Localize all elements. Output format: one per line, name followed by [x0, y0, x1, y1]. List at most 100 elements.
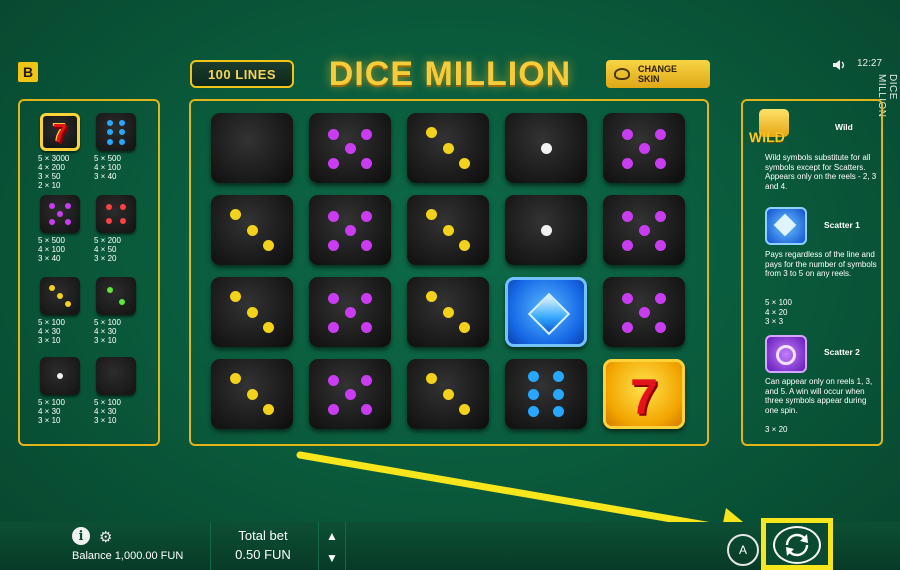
- paytable-entry-yellow-three: 5 × 1004 × 303 × 10: [30, 277, 90, 345]
- lines-button[interactable]: 100 LINES: [190, 60, 294, 88]
- change-skin-button[interactable]: CHANGE SKIN: [606, 60, 710, 88]
- pip: [57, 373, 63, 379]
- total-bet-label: Total bet: [226, 528, 300, 543]
- reel-cell-white-one: [505, 113, 587, 183]
- seven-glyph: 7: [43, 118, 77, 149]
- scatter1-description: Pays regardless of the line and pays for…: [765, 250, 877, 279]
- pip: [328, 129, 339, 140]
- pip: [361, 322, 372, 333]
- reel-cell-purple-five: [603, 195, 685, 265]
- pip: [328, 322, 339, 333]
- pip: [528, 389, 539, 400]
- pip: [263, 404, 274, 415]
- reel-cell-blank: [211, 113, 293, 183]
- change-skin-label: CHANGE SKIN: [638, 64, 682, 84]
- pip: [553, 389, 564, 400]
- pip: [120, 218, 126, 224]
- payout-line: 3 × 40: [38, 254, 90, 263]
- pip: [622, 158, 633, 169]
- spin-button[interactable]: [773, 526, 821, 564]
- payout-line: 4 × 200: [38, 163, 90, 172]
- scatter1-icon: [765, 207, 807, 245]
- pip: [328, 211, 339, 222]
- pip: [426, 373, 437, 384]
- pip: [345, 389, 356, 400]
- paytable-entry-purple-five: 5 × 5004 × 1003 × 40: [30, 195, 90, 263]
- pip: [328, 404, 339, 415]
- payout-line: 2 × 10: [38, 181, 90, 190]
- pip: [65, 301, 71, 307]
- reel-cell-purple-five: [309, 113, 391, 183]
- scatter2-label: Scatter 2: [824, 348, 860, 358]
- game-title: DICE MILLION: [318, 52, 582, 96]
- payout-line: 3 × 20: [94, 254, 146, 263]
- payout-line: 3 × 40: [94, 172, 146, 181]
- pip: [655, 322, 666, 333]
- sound-icon[interactable]: [832, 58, 846, 72]
- wild-icon: WILD: [749, 109, 801, 151]
- spin-highlight-box: [761, 518, 833, 570]
- autoplay-button[interactable]: A: [727, 534, 759, 566]
- pip: [230, 209, 241, 220]
- reel-cell-yellow-three: [211, 359, 293, 429]
- reel-cell-purple-five: [309, 277, 391, 347]
- payout-line: 4 × 30: [94, 407, 146, 416]
- gem-stone: [528, 293, 570, 335]
- pip: [328, 293, 339, 304]
- pip: [553, 371, 564, 382]
- pip: [528, 371, 539, 382]
- left-paytable: 75 × 30004 × 2003 × 502 × 105 × 5004 × 1…: [18, 99, 160, 446]
- paytable-symbol: [96, 277, 136, 315]
- reel-cell-purple-five: [309, 359, 391, 429]
- payout-line: 5 × 200: [94, 236, 146, 245]
- pip: [263, 322, 274, 333]
- pip: [622, 129, 633, 140]
- payout-line: 3 × 10: [94, 416, 146, 425]
- pip: [107, 139, 113, 145]
- pip: [361, 129, 372, 140]
- pip: [639, 307, 650, 318]
- payout-line: 5 × 3000: [38, 154, 90, 163]
- refresh-icon: [782, 532, 812, 558]
- bet-decrease-icon[interactable]: ▼: [324, 550, 340, 566]
- payout-line: 5 × 100: [38, 398, 90, 407]
- paytable-symbol: [96, 195, 136, 233]
- bet-increase-icon[interactable]: ▲: [324, 528, 340, 544]
- pip: [247, 225, 258, 236]
- reel-cell-purple-five: [603, 113, 685, 183]
- pip: [622, 322, 633, 333]
- paytable-entry-blank: 5 × 1004 × 303 × 10: [86, 357, 146, 425]
- reel-cell-yellow-three: [211, 277, 293, 347]
- pip: [107, 287, 113, 293]
- pip: [622, 240, 633, 251]
- paytable-symbol: [96, 113, 136, 151]
- pip: [361, 404, 372, 415]
- clock: 12:27: [857, 58, 882, 69]
- pip: [57, 293, 63, 299]
- payout-line: 4 × 30: [38, 407, 90, 416]
- pip: [443, 225, 454, 236]
- reel-cell-yellow-three: [407, 359, 489, 429]
- pip: [328, 375, 339, 386]
- pip: [459, 240, 470, 251]
- scatter2-pays: 3 × 20: [765, 425, 787, 435]
- gear-icon[interactable]: ⚙: [99, 528, 112, 546]
- scatter1-pays: 5 × 100 4 × 20 3 × 3: [765, 298, 825, 327]
- pip: [361, 375, 372, 386]
- seven-glyph: 7: [606, 368, 682, 426]
- pip: [639, 225, 650, 236]
- info-icon[interactable]: i: [72, 527, 90, 545]
- pip: [119, 129, 125, 135]
- reel-cell-purple-five: [309, 195, 391, 265]
- pip: [443, 143, 454, 154]
- pip: [426, 209, 437, 220]
- pip: [622, 211, 633, 222]
- pip: [426, 127, 437, 138]
- wild-label: Wild: [835, 123, 853, 133]
- payout-line: 4 × 100: [94, 163, 146, 172]
- pip: [328, 158, 339, 169]
- pip: [361, 240, 372, 251]
- reel-cell-yellow-three: [407, 113, 489, 183]
- pip: [120, 204, 126, 210]
- pip: [459, 158, 470, 169]
